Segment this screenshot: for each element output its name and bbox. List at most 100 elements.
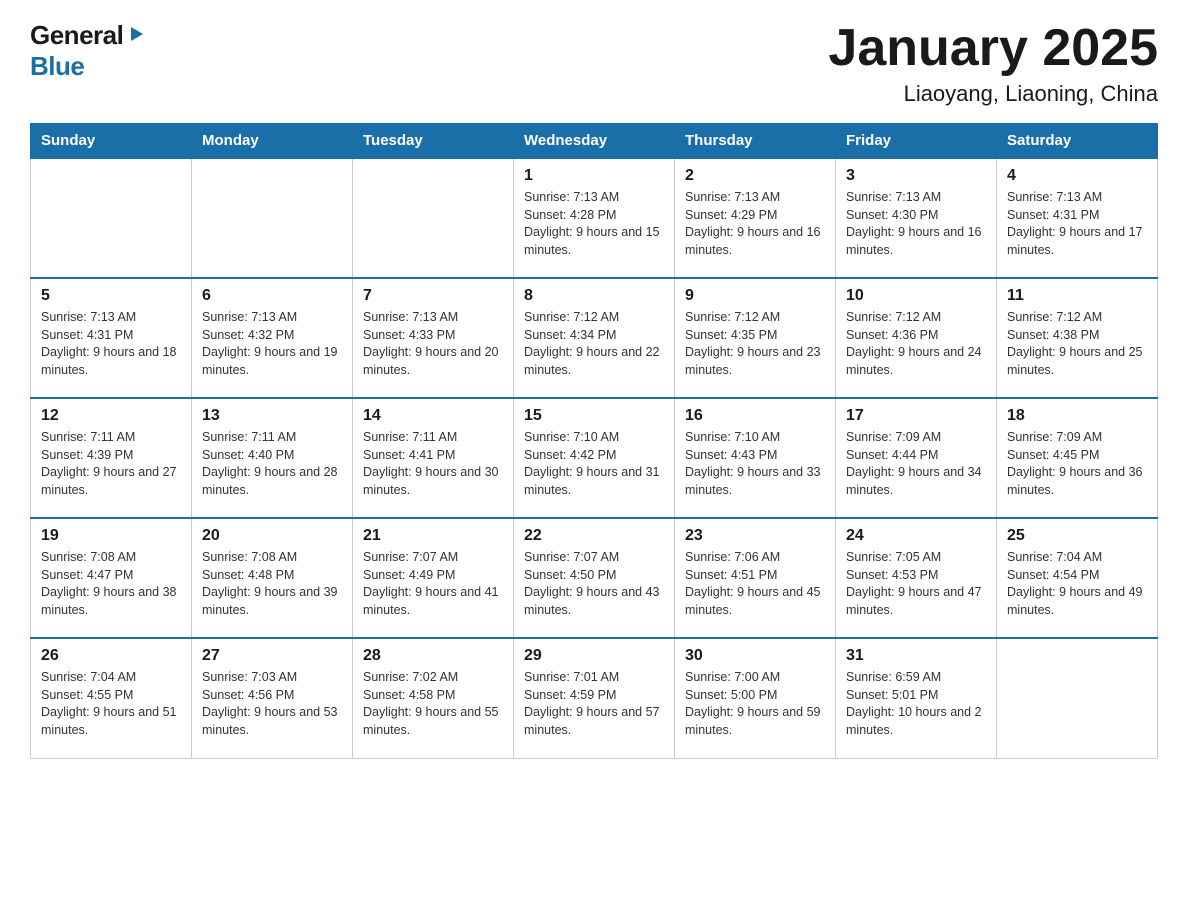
day-info: Sunrise: 7:13 AM Sunset: 4:31 PM Dayligh… (1007, 189, 1147, 259)
day-info: Sunrise: 7:13 AM Sunset: 4:31 PM Dayligh… (41, 309, 181, 379)
day-info: Sunrise: 7:13 AM Sunset: 4:33 PM Dayligh… (363, 309, 503, 379)
calendar-cell (353, 158, 514, 278)
calendar-cell: 8 Sunrise: 7:12 AM Sunset: 4:34 PM Daylig… (514, 278, 675, 398)
calendar-cell (31, 158, 192, 278)
day-number: 23 (685, 527, 825, 545)
calendar-week-row: 26Sunrise: 7:04 AM Sunset: 4:55 PM Dayli… (31, 638, 1158, 758)
day-number: 15 (524, 407, 664, 425)
day-number: 8 (524, 287, 664, 305)
day-info: Sunrise: 7:11 AM Sunset: 4:39 PM Dayligh… (41, 429, 181, 499)
calendar-cell: 22 Sunrise: 7:07 AM Sunset: 4:50 PM Dayli… (514, 518, 675, 638)
calendar-table: SundayMondayTuesdayWednesdayThursdayFrid… (30, 123, 1158, 759)
day-number: 22 (524, 527, 664, 545)
calendar-cell: 29 Sunrise: 7:01 AM Sunset: 4:59 PM Dayli… (514, 638, 675, 758)
day-info: Sunrise: 7:11 AM Sunset: 4:41 PM Dayligh… (363, 429, 503, 499)
calendar-cell: 16 Sunrise: 7:10 AM Sunset: 4:43 PM Dayli… (675, 398, 836, 518)
day-info: Sunrise: 7:12 AM Sunset: 4:36 PM Dayligh… (846, 309, 986, 379)
day-number: 5 (41, 287, 181, 305)
calendar-cell: 31Sunrise: 6:59 AM Sunset: 5:01 PM Dayli… (836, 638, 997, 758)
day-number: 21 (363, 527, 503, 545)
day-info: Sunrise: 7:13 AM Sunset: 4:32 PM Dayligh… (202, 309, 342, 379)
day-number: 2 (685, 167, 825, 185)
day-info: Sunrise: 7:09 AM Sunset: 4:45 PM Dayligh… (1007, 429, 1147, 499)
calendar-cell: 23 Sunrise: 7:06 AM Sunset: 4:51 PM Dayli… (675, 518, 836, 638)
day-info: Sunrise: 7:10 AM Sunset: 4:43 PM Dayligh… (685, 429, 825, 499)
day-number: 25 (1007, 527, 1147, 545)
calendar-cell: 20 Sunrise: 7:08 AM Sunset: 4:48 PM Dayli… (192, 518, 353, 638)
day-info: Sunrise: 7:10 AM Sunset: 4:42 PM Dayligh… (524, 429, 664, 499)
day-info: Sunrise: 7:13 AM Sunset: 4:30 PM Dayligh… (846, 189, 986, 259)
day-number: 16 (685, 407, 825, 425)
calendar-cell: 15 Sunrise: 7:10 AM Sunset: 4:42 PM Dayli… (514, 398, 675, 518)
calendar-cell: 14 Sunrise: 7:11 AM Sunset: 4:41 PM Dayli… (353, 398, 514, 518)
day-info: Sunrise: 7:12 AM Sunset: 4:34 PM Dayligh… (524, 309, 664, 379)
day-info: Sunrise: 7:13 AM Sunset: 4:29 PM Dayligh… (685, 189, 825, 259)
day-info: Sunrise: 7:12 AM Sunset: 4:38 PM Dayligh… (1007, 309, 1147, 379)
calendar-cell: 27 Sunrise: 7:03 AM Sunset: 4:56 PM Dayli… (192, 638, 353, 758)
day-info: Sunrise: 7:11 AM Sunset: 4:40 PM Dayligh… (202, 429, 342, 499)
page-subtitle: Liaoyang, Liaoning, China (828, 81, 1158, 107)
calendar-header-saturday: Saturday (997, 124, 1158, 159)
day-number: 13 (202, 407, 342, 425)
calendar-cell: 11 Sunrise: 7:12 AM Sunset: 4:38 PM Dayli… (997, 278, 1158, 398)
logo-triangle-icon (127, 25, 145, 48)
day-info: Sunrise: 7:12 AM Sunset: 4:35 PM Dayligh… (685, 309, 825, 379)
calendar-cell: 2 Sunrise: 7:13 AM Sunset: 4:29 PM Daylig… (675, 158, 836, 278)
day-info: Sunrise: 7:04 AM Sunset: 4:55 PM Dayligh… (41, 669, 181, 739)
day-info: Sunrise: 7:09 AM Sunset: 4:44 PM Dayligh… (846, 429, 986, 499)
day-number: 24 (846, 527, 986, 545)
calendar-header-row: SundayMondayTuesdayWednesdayThursdayFrid… (31, 124, 1158, 159)
day-number: 7 (363, 287, 503, 305)
calendar-cell: 10 Sunrise: 7:12 AM Sunset: 4:36 PM Dayli… (836, 278, 997, 398)
day-number: 14 (363, 407, 503, 425)
day-number: 12 (41, 407, 181, 425)
day-number: 27 (202, 647, 342, 665)
calendar-cell: 21 Sunrise: 7:07 AM Sunset: 4:49 PM Dayli… (353, 518, 514, 638)
calendar-header-monday: Monday (192, 124, 353, 159)
calendar-cell (192, 158, 353, 278)
day-info: Sunrise: 7:08 AM Sunset: 4:48 PM Dayligh… (202, 549, 342, 619)
day-number: 11 (1007, 287, 1147, 305)
day-number: 20 (202, 527, 342, 545)
calendar-cell: 5 Sunrise: 7:13 AM Sunset: 4:31 PM Daylig… (31, 278, 192, 398)
calendar-header-thursday: Thursday (675, 124, 836, 159)
day-info: Sunrise: 7:04 AM Sunset: 4:54 PM Dayligh… (1007, 549, 1147, 619)
calendar-cell: 26Sunrise: 7:04 AM Sunset: 4:55 PM Dayli… (31, 638, 192, 758)
day-number: 28 (363, 647, 503, 665)
calendar-cell: 30Sunrise: 7:00 AM Sunset: 5:00 PM Dayli… (675, 638, 836, 758)
day-info: Sunrise: 7:01 AM Sunset: 4:59 PM Dayligh… (524, 669, 664, 739)
day-info: Sunrise: 7:13 AM Sunset: 4:28 PM Dayligh… (524, 189, 664, 259)
calendar-cell: 4Sunrise: 7:13 AM Sunset: 4:31 PM Daylig… (997, 158, 1158, 278)
day-number: 10 (846, 287, 986, 305)
day-number: 17 (846, 407, 986, 425)
calendar-cell: 13 Sunrise: 7:11 AM Sunset: 4:40 PM Dayli… (192, 398, 353, 518)
calendar-cell: 6Sunrise: 7:13 AM Sunset: 4:32 PM Daylig… (192, 278, 353, 398)
calendar-cell: 12 Sunrise: 7:11 AM Sunset: 4:39 PM Dayli… (31, 398, 192, 518)
day-number: 3 (846, 167, 986, 185)
calendar-header-tuesday: Tuesday (353, 124, 514, 159)
calendar-cell (997, 638, 1158, 758)
calendar-cell: 17 Sunrise: 7:09 AM Sunset: 4:44 PM Dayli… (836, 398, 997, 518)
page-header: General Blue January 2025 Liaoyang, Liao… (30, 20, 1158, 107)
day-number: 29 (524, 647, 664, 665)
day-info: Sunrise: 7:08 AM Sunset: 4:47 PM Dayligh… (41, 549, 181, 619)
page-title: January 2025 (828, 20, 1158, 77)
calendar-cell: 18Sunrise: 7:09 AM Sunset: 4:45 PM Dayli… (997, 398, 1158, 518)
day-info: Sunrise: 7:06 AM Sunset: 4:51 PM Dayligh… (685, 549, 825, 619)
calendar-header-sunday: Sunday (31, 124, 192, 159)
day-number: 1 (524, 167, 664, 185)
day-info: Sunrise: 7:07 AM Sunset: 4:50 PM Dayligh… (524, 549, 664, 619)
day-info: Sunrise: 7:07 AM Sunset: 4:49 PM Dayligh… (363, 549, 503, 619)
logo-blue-text: Blue (30, 51, 84, 81)
logo: General Blue (30, 20, 145, 82)
calendar-cell: 25 Sunrise: 7:04 AM Sunset: 4:54 PM Dayli… (997, 518, 1158, 638)
day-info: Sunrise: 7:03 AM Sunset: 4:56 PM Dayligh… (202, 669, 342, 739)
calendar-week-row: 12 Sunrise: 7:11 AM Sunset: 4:39 PM Dayli… (31, 398, 1158, 518)
calendar-cell: 28 Sunrise: 7:02 AM Sunset: 4:58 PM Dayli… (353, 638, 514, 758)
day-info: Sunrise: 7:05 AM Sunset: 4:53 PM Dayligh… (846, 549, 986, 619)
day-number: 19 (41, 527, 181, 545)
title-block: January 2025 Liaoyang, Liaoning, China (828, 20, 1158, 107)
calendar-cell: 3 Sunrise: 7:13 AM Sunset: 4:30 PM Daylig… (836, 158, 997, 278)
calendar-header-friday: Friday (836, 124, 997, 159)
day-info: Sunrise: 7:02 AM Sunset: 4:58 PM Dayligh… (363, 669, 503, 739)
